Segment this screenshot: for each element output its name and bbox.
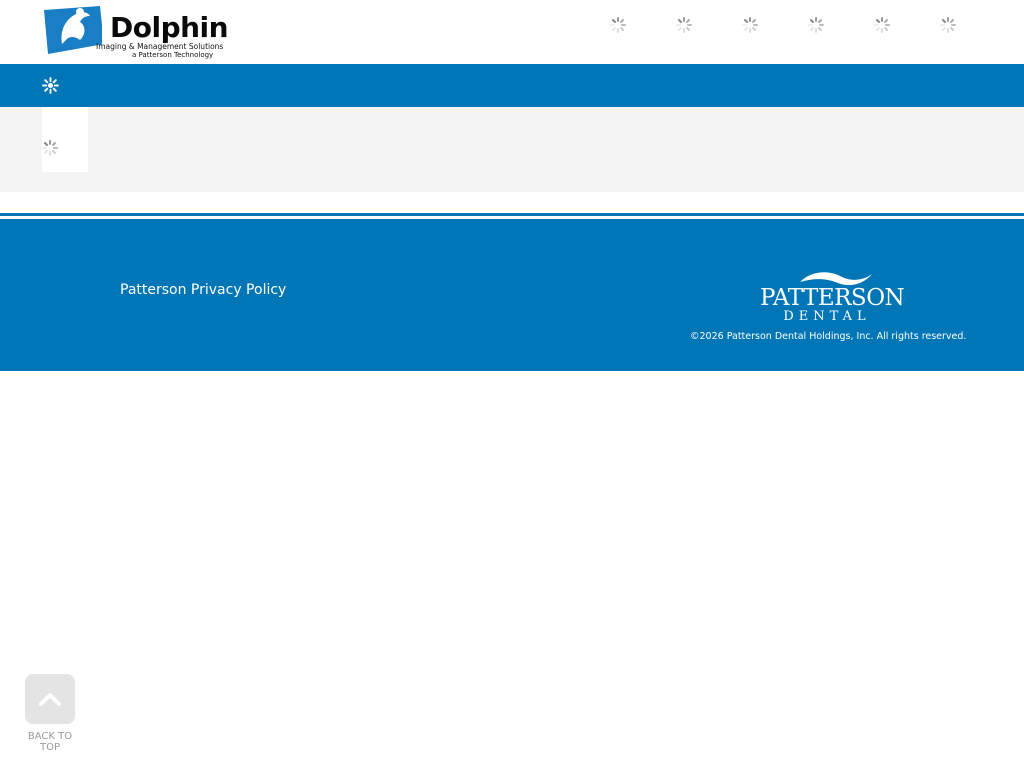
nav-item-6-loading-icon[interactable] [940, 17, 956, 33]
logo-tagline: Imaging & Management Solutions [96, 42, 224, 51]
patterson-logo-line1: PATTERSON [760, 285, 905, 311]
chevron-up-icon [39, 693, 61, 706]
nav-item-2-loading-icon[interactable] [676, 17, 692, 33]
footer-divider [0, 213, 1024, 216]
content-band [0, 107, 1024, 192]
patterson-logo-line2: DENTAL [783, 309, 871, 324]
nav-item-4-loading-icon[interactable] [808, 17, 824, 33]
privacy-policy-link[interactable]: Patterson Privacy Policy [120, 281, 286, 299]
loading-gear-icon[interactable] [42, 77, 59, 94]
copyright-text: ©2026 Patterson Dental Holdings, Inc. Al… [690, 331, 967, 342]
back-to-top-button[interactable] [25, 674, 75, 724]
main-navbar [0, 64, 1024, 107]
patterson-dental-logo[interactable]: PATTERSON DENTAL [760, 268, 905, 328]
back-to-top-label[interactable]: BACK TO TOP [20, 731, 80, 753]
content-loading-icon [42, 140, 58, 156]
logo-wordmark: Dolphin [110, 11, 229, 44]
nav-item-3-loading-icon[interactable] [742, 17, 758, 33]
nav-item-5-loading-icon[interactable] [874, 17, 890, 33]
logo-tagline-secondary: a Patterson Technology [132, 51, 214, 59]
dolphin-mark-icon [44, 6, 102, 54]
nav-item-1-loading-icon[interactable] [610, 17, 626, 33]
dolphin-logo[interactable]: Dolphin Imaging & Management Solutions a… [42, 4, 229, 60]
